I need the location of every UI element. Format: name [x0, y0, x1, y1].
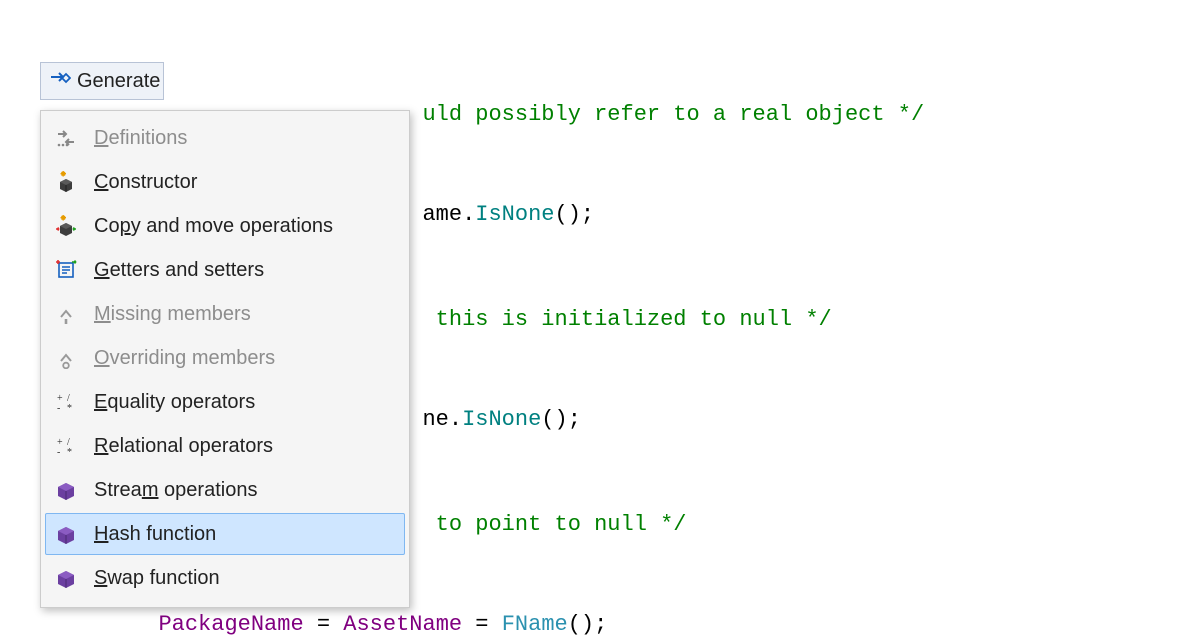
code-token: . — [449, 407, 462, 432]
menu-item-overriding-members: Overriding members — [45, 337, 405, 379]
menu-item-label: Definitions — [94, 127, 187, 150]
menu-item-stream-operations[interactable]: Stream operations — [45, 469, 405, 511]
code-token: this is initialized to null */ — [422, 307, 831, 332]
code-token: IsNone — [475, 202, 554, 227]
menu-item-label: Relational operators — [94, 435, 273, 458]
code-token: (); — [568, 612, 608, 637]
menu-item-constructor[interactable]: Constructor — [45, 161, 405, 203]
operators-icon — [54, 434, 78, 458]
code-token: (); — [555, 202, 595, 227]
menu-item-missing-members: Missing members — [45, 293, 405, 335]
code-token: IsNone — [462, 407, 541, 432]
override-o-icon — [54, 346, 78, 370]
code-token: uld possibly refer to a real object */ — [422, 102, 924, 127]
code-token: = — [304, 612, 344, 637]
menu-item-label: Stream operations — [94, 479, 257, 502]
generate-icon — [49, 67, 71, 95]
operators-icon — [54, 390, 78, 414]
code-token — [0, 612, 158, 637]
menu-item-swap-function[interactable]: Swap function — [45, 557, 405, 599]
menu-item-relational-operators[interactable]: Relational operators — [45, 425, 405, 467]
code-token: ne — [422, 407, 448, 432]
code-line[interactable]: PackageName = AssetName = FName(); — [0, 610, 607, 641]
code-token: to point to null */ — [422, 512, 686, 537]
code-token: FName — [502, 612, 568, 637]
override-i-icon — [54, 302, 78, 326]
menu-item-label: Hash function — [94, 523, 216, 546]
menu-item-label: Copy and move operations — [94, 215, 333, 238]
menu-item-label: Getters and setters — [94, 259, 264, 282]
code-token: (); — [541, 407, 581, 432]
menu-item-copy-move-operations[interactable]: Copy and move operations — [45, 205, 405, 247]
menu-item-label: Missing members — [94, 303, 251, 326]
menu-item-label: Constructor — [94, 171, 197, 194]
menu-item-label: Swap function — [94, 567, 220, 590]
code-token: AssetName — [343, 612, 462, 637]
menu-item-definitions: Definitions — [45, 117, 405, 159]
menu-item-equality-operators[interactable]: Equality operators — [45, 381, 405, 423]
new-cube-icon — [54, 170, 78, 194]
menu-item-label: Equality operators — [94, 391, 255, 414]
generate-header-button[interactable]: Generate — [40, 62, 164, 100]
cube-icon — [54, 522, 78, 546]
generate-header-label: Generate — [77, 70, 160, 93]
menu-item-getters-setters[interactable]: Getters and setters — [45, 249, 405, 291]
cube-icon — [54, 566, 78, 590]
code-token: ame — [422, 202, 462, 227]
menu-item-hash-function[interactable]: Hash function — [45, 513, 405, 555]
menu-item-label: Overriding members — [94, 347, 275, 370]
new-cube-arrows-icon — [54, 214, 78, 238]
code-token: = — [462, 612, 502, 637]
definitions-icon — [54, 126, 78, 150]
generate-menu: Definitions Constructor Copy and move oper… — [40, 110, 410, 608]
code-token: PackageName — [158, 612, 303, 637]
code-token: . — [462, 202, 475, 227]
getset-icon — [54, 258, 78, 282]
cube-icon — [54, 478, 78, 502]
